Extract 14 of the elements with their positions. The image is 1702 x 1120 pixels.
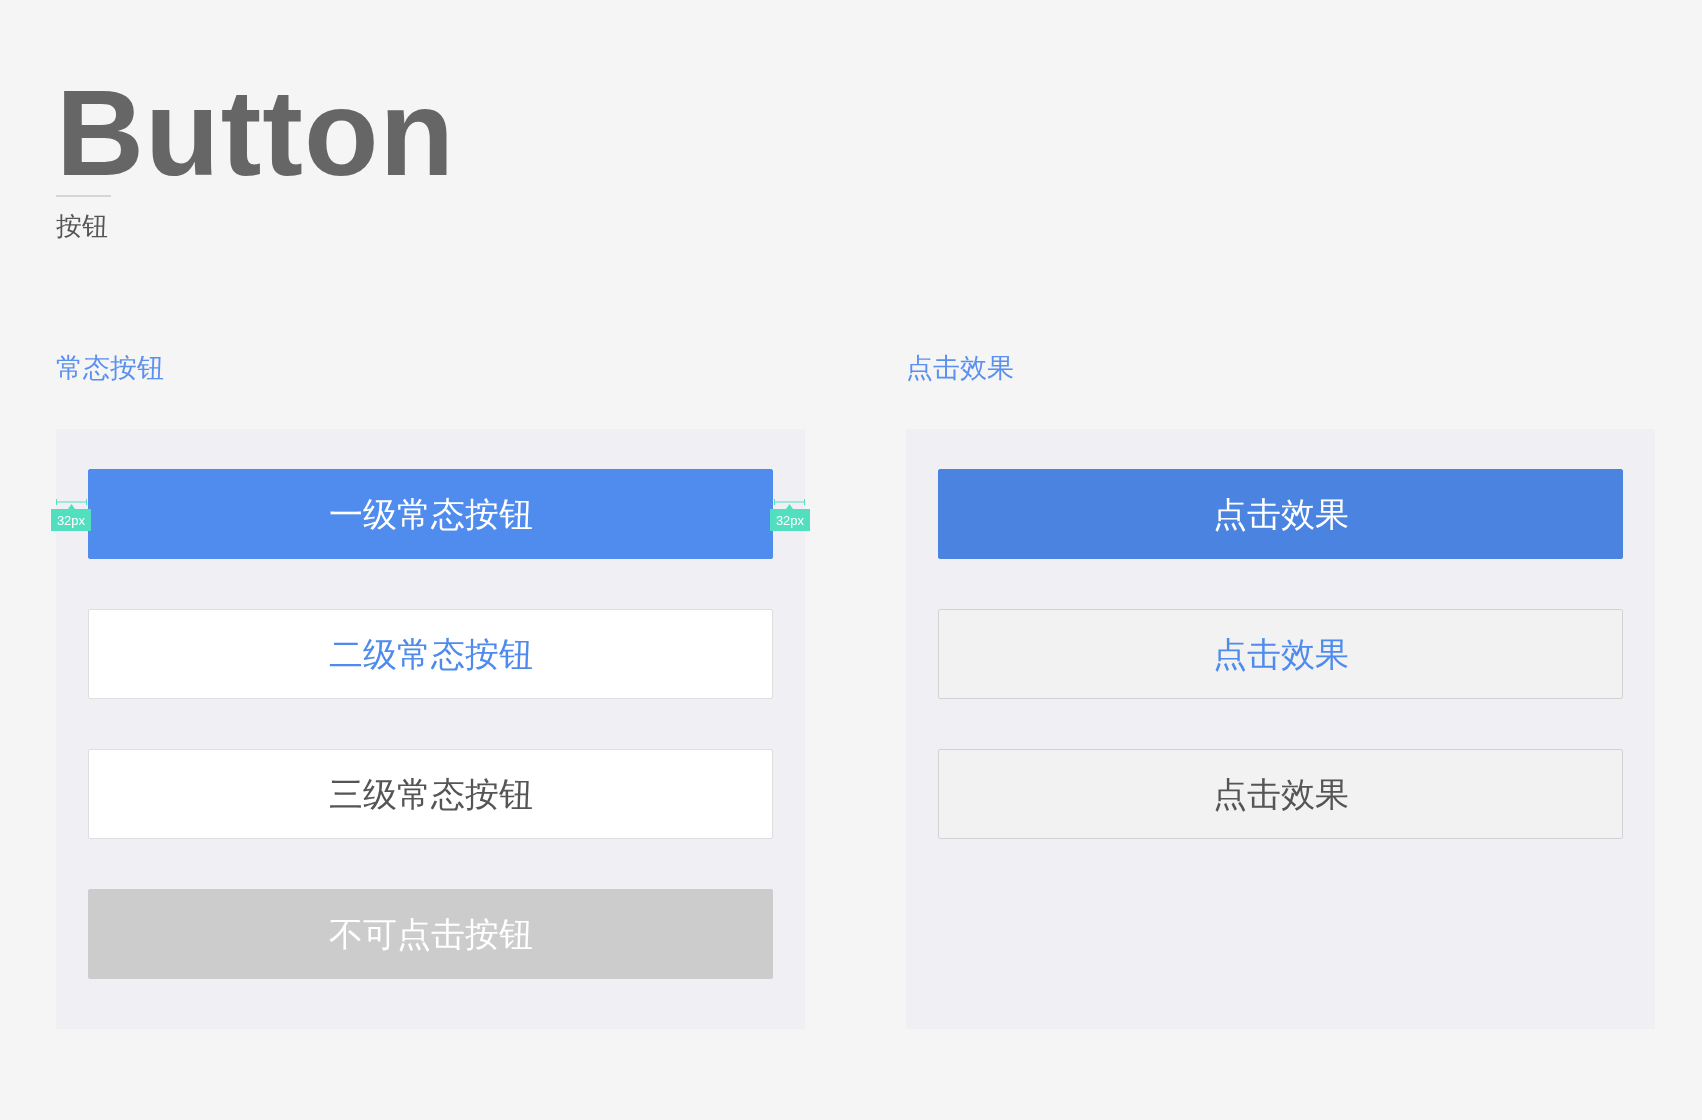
page-title: Button <box>56 72 455 194</box>
demo-button[interactable]: 点击效果 <box>938 749 1623 839</box>
demo-button[interactable]: 点击效果 <box>938 469 1623 559</box>
spacing-label: 32px <box>770 509 810 531</box>
spacing-label: 32px <box>51 509 91 531</box>
section-label: 点击效果 <box>906 355 1014 382</box>
dimension-line-icon <box>56 499 87 509</box>
demo-button[interactable]: 二级常态按钮 <box>88 609 773 699</box>
demo-button[interactable]: 一级常态按钮 <box>88 469 773 559</box>
demo-button[interactable]: 三级常态按钮 <box>88 749 773 839</box>
section-label: 常态按钮 <box>56 355 164 382</box>
page-subtitle: 按钮 <box>56 213 108 239</box>
dimension-line-icon <box>774 499 805 509</box>
demo-button[interactable]: 点击效果 <box>938 609 1623 699</box>
